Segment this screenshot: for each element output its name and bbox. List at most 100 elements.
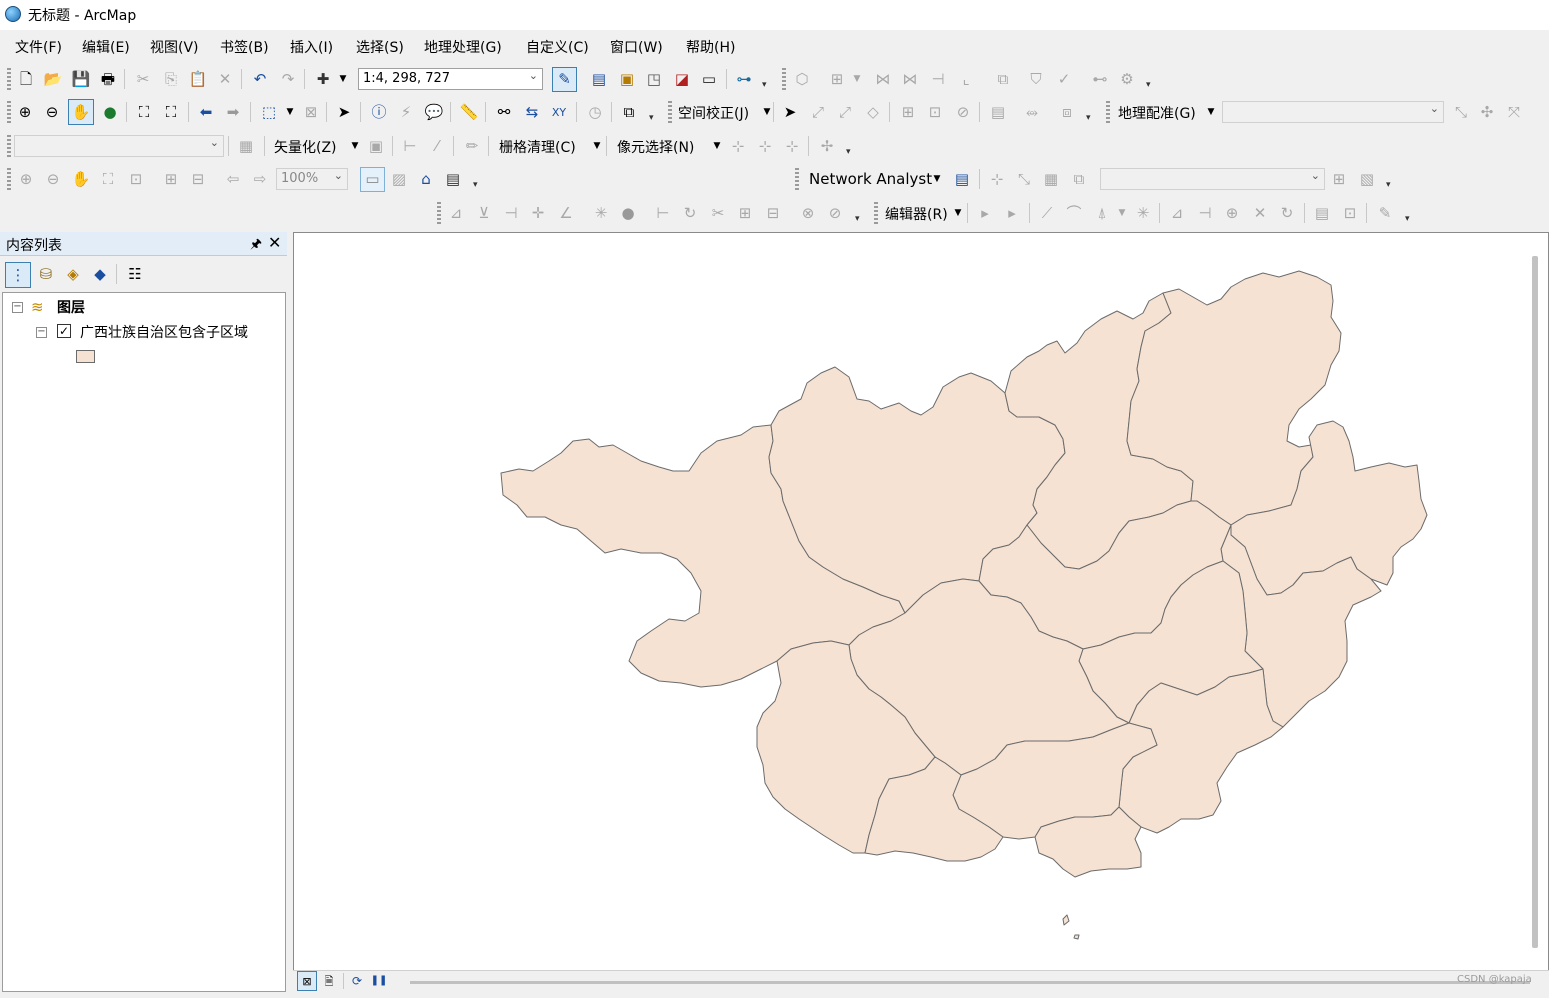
copy-icon[interactable]: ⎘ bbox=[160, 68, 182, 90]
multiple-displacement-icon[interactable]: ◇ bbox=[862, 101, 884, 123]
dropdown-icon[interactable]: ▼ bbox=[706, 135, 728, 157]
measure-icon[interactable]: 📏 bbox=[458, 101, 480, 123]
topology-icon[interactable]: ⬡ bbox=[791, 68, 813, 90]
cogo-curve-icon[interactable]: ↻ bbox=[679, 202, 701, 224]
go-to-xy-icon[interactable]: XY bbox=[548, 101, 570, 123]
identify-icon[interactable]: ⓘ bbox=[368, 101, 390, 123]
toolbar-grip[interactable] bbox=[7, 135, 11, 157]
menu-windows[interactable]: 窗口(W) bbox=[606, 37, 667, 57]
trace-icon[interactable]: ⍋ bbox=[1091, 202, 1113, 224]
map-display[interactable] bbox=[293, 232, 1549, 992]
dropdown-icon[interactable]: ▼ bbox=[344, 135, 366, 157]
menu-geoprocessing[interactable]: 地理处理(G) bbox=[420, 37, 506, 57]
select-elements-arrow-icon[interactable]: ➤ bbox=[779, 101, 801, 123]
horizontal-scrollbar[interactable] bbox=[410, 981, 1530, 984]
list-by-source-icon[interactable]: ⛁ bbox=[35, 263, 57, 285]
select-elements-arrow-icon[interactable]: ➤ bbox=[333, 101, 355, 123]
cogo-area-icon[interactable]: ⊟ bbox=[762, 202, 784, 224]
hyperlink-icon[interactable]: ⚡ bbox=[395, 101, 417, 123]
cogo-options-icon[interactable]: ⊗ bbox=[797, 202, 819, 224]
toolbar-options-icon[interactable]: ▾ bbox=[855, 214, 863, 226]
network-analyst-menu[interactable]: Network Analyst bbox=[809, 170, 932, 188]
zoom-100-icon[interactable]: ⊡ bbox=[125, 168, 147, 190]
toolbar-grip[interactable] bbox=[795, 168, 799, 190]
new-limited-adjustment-icon[interactable]: ⊡ bbox=[924, 101, 946, 123]
toolbar-grip[interactable] bbox=[7, 168, 11, 190]
dropdown-icon[interactable]: ▼ bbox=[947, 202, 969, 224]
sketch-properties-icon[interactable]: ⊡ bbox=[1339, 202, 1361, 224]
show-preview-icon[interactable]: ▣ bbox=[365, 135, 387, 157]
arctoolbox-icon[interactable]: ◪ bbox=[671, 68, 693, 90]
map-topology-icon[interactable]: ⧉ bbox=[992, 68, 1014, 90]
layout-view-icon[interactable]: 🗎 bbox=[319, 971, 339, 991]
select-features-icon[interactable]: ⬚ bbox=[258, 101, 280, 123]
layout-pan-icon[interactable]: ✋ bbox=[70, 168, 92, 190]
select-connected-cells-icon[interactable]: ⊹ bbox=[727, 135, 749, 157]
cogo-proportion-icon[interactable]: ⊢ bbox=[652, 202, 674, 224]
menu-help[interactable]: 帮助(H) bbox=[682, 37, 739, 57]
new-identity-link-icon[interactable]: ⊞ bbox=[897, 101, 919, 123]
layer-name[interactable]: 广西壮族自治区包含子区域 bbox=[80, 322, 248, 342]
vectorization-trace-icon[interactable]: ⊢ bbox=[399, 135, 421, 157]
clear-selection-icon[interactable]: ⊠ bbox=[300, 101, 322, 123]
data-driven-pages-icon[interactable]: ▤ bbox=[442, 168, 464, 190]
go-forward-extent-icon[interactable]: ⇨ bbox=[249, 168, 271, 190]
dropdown-icon[interactable]: ▼ bbox=[1111, 202, 1133, 224]
full-extent-globe-icon[interactable]: ● bbox=[99, 101, 121, 123]
dropdown-icon[interactable]: ▼ bbox=[586, 135, 608, 157]
map-scale-combo[interactable]: 1:4, 298, 727 ⌄ bbox=[358, 68, 543, 90]
toolbar-options-icon[interactable]: ▾ bbox=[1405, 214, 1413, 226]
find-binoculars-icon[interactable]: ⚯ bbox=[493, 101, 515, 123]
layout-zoom-out-icon[interactable]: ⊖ bbox=[42, 168, 64, 190]
data-view-icon[interactable]: ⊠ bbox=[297, 971, 317, 991]
trace-between-points-icon[interactable]: ⁄ bbox=[426, 135, 448, 157]
redo-icon[interactable]: ↷ bbox=[277, 68, 299, 90]
go-back-extent-icon[interactable]: ⇦ bbox=[222, 168, 244, 190]
layer-visibility-checkbox[interactable]: ✓ bbox=[57, 324, 71, 338]
undo-icon[interactable]: ↶ bbox=[249, 68, 271, 90]
construct-features-icon[interactable]: ⋈ bbox=[872, 68, 894, 90]
clear-limited-adjustment-icon[interactable]: ⊘ bbox=[952, 101, 974, 123]
fixed-zoom-in-icon[interactable]: ⛶ bbox=[133, 101, 155, 123]
cogo-distance-icon[interactable]: ⊣ bbox=[500, 202, 522, 224]
layers-root-label[interactable]: 图层 bbox=[57, 297, 85, 317]
add-data-dropdown-icon[interactable]: ▼ bbox=[332, 68, 354, 90]
cell-area-icon[interactable]: ⊹ bbox=[781, 135, 803, 157]
save-icon[interactable]: 💾 bbox=[70, 68, 92, 90]
menu-insert[interactable]: 插入(I) bbox=[286, 37, 337, 57]
generalize-icon[interactable]: ⛉ bbox=[1025, 68, 1047, 90]
table-of-contents-icon[interactable]: ▤ bbox=[588, 68, 610, 90]
cell-selection-menu[interactable]: 像元选择(N) bbox=[617, 137, 694, 157]
split-tool-icon[interactable]: ✕ bbox=[1249, 202, 1271, 224]
toolbar-options-icon[interactable]: ▾ bbox=[1386, 180, 1394, 192]
go-forward-arrow-icon[interactable]: ➡ bbox=[222, 101, 244, 123]
open-folder-icon[interactable]: 📂 bbox=[42, 68, 64, 90]
toolbar-options-icon[interactable]: ▾ bbox=[762, 80, 770, 92]
edit-vertices-icon[interactable]: ⊿ bbox=[1166, 202, 1188, 224]
python-window-icon[interactable]: ▭ bbox=[698, 68, 720, 90]
find-connected-cells-icon[interactable]: ⊹ bbox=[754, 135, 776, 157]
fix-error-icon[interactable]: ⊣ bbox=[927, 68, 949, 90]
dropdown-icon[interactable]: ▼ bbox=[756, 101, 778, 123]
straight-segment-icon[interactable]: ⟋ bbox=[1036, 202, 1058, 224]
spatial-adjustment-menu[interactable]: 空间校正(J) bbox=[678, 103, 749, 123]
toolbar-options-icon[interactable]: ▾ bbox=[1086, 113, 1094, 125]
network-identify-icon[interactable]: ▦ bbox=[1040, 168, 1062, 190]
attributes-icon[interactable]: ▤ bbox=[1311, 202, 1333, 224]
menu-edit[interactable]: 编辑(E) bbox=[78, 37, 134, 57]
find-route-icon[interactable]: ⇆ bbox=[521, 101, 543, 123]
options-icon[interactable]: ☷ bbox=[124, 263, 146, 285]
select-move-location-icon[interactable]: ⤡ bbox=[1013, 168, 1035, 190]
end-point-arc-icon[interactable]: ⌒ bbox=[1063, 202, 1085, 224]
fixed-zoom-in-layout-icon[interactable]: ⊞ bbox=[160, 168, 182, 190]
vertical-scrollbar[interactable] bbox=[1532, 256, 1538, 948]
vectorization-menu[interactable]: 矢量化(Z) bbox=[274, 137, 337, 157]
raster-cleanup-menu[interactable]: 栅格清理(C) bbox=[499, 137, 576, 157]
georeferencing-menu[interactable]: 地理配准(G) bbox=[1118, 103, 1196, 123]
pin-icon[interactable]: 🖈 bbox=[250, 235, 262, 257]
close-icon[interactable]: ✕ bbox=[268, 233, 281, 252]
pan-hand-icon[interactable]: ✋ bbox=[68, 99, 94, 125]
collapse-icon[interactable]: − bbox=[12, 302, 23, 313]
validate-topology-icon[interactable]: ⋈ bbox=[899, 68, 921, 90]
dropdown-icon[interactable]: ▼ bbox=[279, 101, 301, 123]
